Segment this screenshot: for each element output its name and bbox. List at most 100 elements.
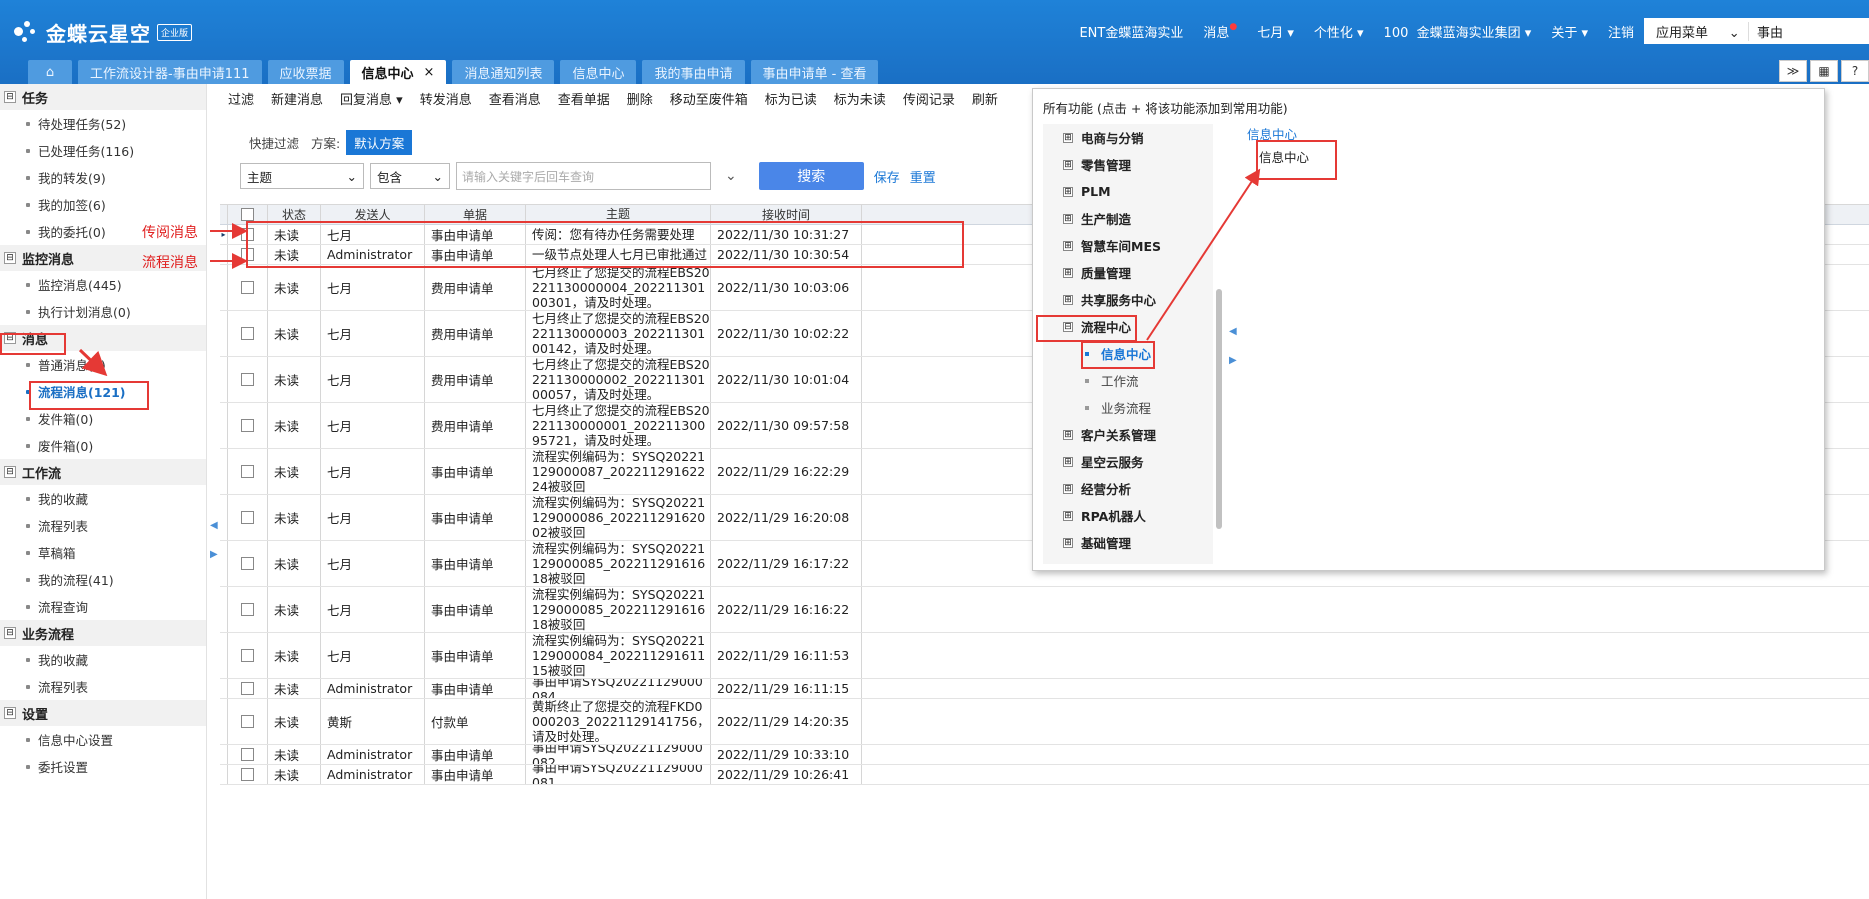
expand-icon[interactable]: ⊞ — [1063, 429, 1073, 440]
row-checkbox[interactable] — [241, 682, 254, 695]
row-select[interactable] — [228, 495, 268, 540]
tab-request-view[interactable]: 事由申请单 - 查看 — [750, 60, 879, 84]
org-name[interactable]: ENT金蝶蓝海实业 — [1079, 22, 1183, 41]
table-row[interactable]: 未读 七月 事由申请单 流程实例编码为：SYSQ20221129000085_2022… — [220, 587, 1869, 633]
collapse-left-icon[interactable]: ◀ — [210, 520, 218, 531]
toolbar-button[interactable]: 查看消息 — [489, 89, 541, 108]
tree-node[interactable]: ⊞ 客户关系管理 — [1043, 421, 1213, 448]
double-chevron-icon[interactable]: ≫ — [1779, 60, 1807, 82]
search-button[interactable]: 搜索 — [758, 162, 864, 190]
reset-link[interactable]: 重置 — [910, 167, 936, 186]
expand-icon[interactable]: ⊞ — [1063, 456, 1073, 467]
row-checkbox[interactable] — [241, 768, 254, 781]
tab-home[interactable]: ⌂ — [28, 60, 72, 84]
sidebar-item[interactable]: 流程列表 — [0, 512, 206, 539]
sidebar-item[interactable]: 草稿箱 — [0, 539, 206, 566]
sidebar-item[interactable]: 流程查询 — [0, 593, 206, 620]
expand-filter-icon[interactable]: ⌄ — [725, 168, 737, 184]
row-select[interactable] — [228, 699, 268, 744]
expand-icon[interactable]: ⊞ — [1063, 159, 1073, 170]
expand-icon[interactable]: ⊞ — [1063, 240, 1073, 251]
row-select[interactable] — [228, 403, 268, 448]
tree-node[interactable]: ⊞ 质量管理 — [1043, 259, 1213, 286]
expand-icon[interactable]: ⊞ — [1063, 186, 1073, 197]
expand-icon[interactable]: ⊞ — [1063, 267, 1073, 278]
subject-cell[interactable]: 流程实例编码为：SYSQ20221129000087_2022112916222… — [526, 449, 711, 494]
table-row[interactable]: 未读 Administrator 事由申请单 事由申请SYSQ202211290000… — [220, 745, 1869, 765]
sidebar-section[interactable]: ⊟ 设置 — [0, 700, 206, 726]
tree-scrollbar[interactable] — [1213, 124, 1225, 564]
toolbar-button[interactable]: 转发消息 — [420, 89, 472, 108]
close-icon[interactable]: × — [424, 65, 435, 80]
collapse-icon[interactable]: ⊟ — [4, 252, 16, 264]
sidebar-section[interactable]: ⊟ 业务流程 — [0, 620, 206, 646]
table-row[interactable]: 未读 七月 事由申请单 流程实例编码为：SYSQ20221129000084_2022… — [220, 633, 1869, 679]
row-select[interactable] — [228, 765, 268, 784]
sidebar-item[interactable]: 待处理任务(52) — [0, 110, 206, 137]
expand-icon[interactable]: ⊞ — [1063, 294, 1073, 305]
table-row[interactable]: 未读 Administrator 事由申请单 事由申请SYSQ202211290000… — [220, 679, 1869, 699]
tree-node[interactable]: ⊞ 星空云服务 — [1043, 448, 1213, 475]
tree-node[interactable]: ⊞ 经营分析 — [1043, 475, 1213, 502]
tree-child[interactable]: 业务流程 — [1043, 394, 1213, 421]
tree-node[interactable]: ⊞ 电商与分销 — [1043, 124, 1213, 151]
sidebar-item[interactable]: 普通消息(0) — [0, 351, 206, 378]
collapse-icon[interactable]: ⊟ — [4, 627, 16, 639]
tree-child[interactable]: 工作流 — [1043, 367, 1213, 394]
tree-node[interactable]: ⊞ 共享服务中心 — [1043, 286, 1213, 313]
expand-right-icon[interactable]: ▶ — [210, 549, 218, 560]
sidebar-item[interactable]: 流程列表 — [0, 673, 206, 700]
expand-icon[interactable]: ⊞ — [1063, 510, 1073, 521]
row-select[interactable] — [228, 679, 268, 698]
sidebar-item[interactable]: 我的收藏 — [0, 646, 206, 673]
subject-cell[interactable]: 七月终止了您提交的流程EBS20221130000004_20221130100… — [526, 265, 711, 310]
toolbar-button[interactable]: 传阅记录 — [903, 89, 955, 108]
table-row[interactable]: 未读 黄斯 付款单 黄斯终止了您提交的流程FKD0000203_20221129141… — [220, 699, 1869, 745]
toolbar-button[interactable]: 刷新 — [972, 89, 998, 108]
app-menu-dropdown[interactable]: 应用菜单 ⌄ — [1644, 21, 1749, 41]
sidebar-section[interactable]: ⊟ 工作流 — [0, 459, 206, 485]
tab-notification-list[interactable]: 消息通知列表 — [452, 60, 555, 84]
toolbar-button[interactable]: 新建消息 — [271, 89, 323, 108]
sidebar-item[interactable]: 已处理任务(116) — [0, 137, 206, 164]
sidebar-item[interactable]: 我的加签(6) — [0, 191, 206, 218]
subject-cell[interactable]: 事由申请SYSQ20221129000084 — [526, 679, 711, 698]
subject-cell[interactable]: 事由申请SYSQ20221129000081 — [526, 765, 711, 784]
row-checkbox[interactable] — [241, 603, 254, 616]
sidebar-item[interactable]: 监控消息(445) — [0, 271, 206, 298]
sidebar-splitter[interactable]: ◀ ▶ — [210, 520, 218, 560]
row-checkbox[interactable] — [241, 281, 254, 294]
expand-icon[interactable]: ⊞ — [1063, 132, 1073, 143]
tree-node[interactable]: ⊞ 智慧车间MES — [1043, 232, 1213, 259]
personalize-menu[interactable]: 个性化 ▾ — [1314, 22, 1364, 41]
collapse-left-icon[interactable]: ◀ — [1229, 326, 1237, 337]
row-checkbox[interactable] — [241, 465, 254, 478]
tab-workflow-designer[interactable]: 工作流设计器-事由申请111 — [78, 60, 262, 84]
sidebar-item[interactable]: 委托设置 — [0, 753, 206, 780]
toolbar-button[interactable]: 删除 — [627, 89, 653, 108]
tab-my-requests[interactable]: 我的事由申请 — [642, 60, 745, 84]
toolbar-button[interactable]: 过滤 — [228, 89, 254, 108]
toolbar-button[interactable]: 回复消息 ▾ — [340, 89, 403, 108]
subject-cell[interactable]: 事由申请SYSQ20221129000082 — [526, 745, 711, 764]
field-select[interactable]: 主题 ⌄ — [240, 163, 364, 189]
row-select[interactable] — [228, 311, 268, 356]
row-checkbox[interactable] — [241, 557, 254, 570]
sidebar-item[interactable]: 我的流程(41) — [0, 566, 206, 593]
tree-node[interactable]: ⊞ RPA机器人 — [1043, 502, 1213, 529]
collapse-icon[interactable]: ⊟ — [4, 466, 16, 478]
subject-cell[interactable]: 七月终止了您提交的流程EBS20221130000003_20221130100… — [526, 311, 711, 356]
operator-select[interactable]: 包含 ⌄ — [370, 163, 450, 189]
subject-cell[interactable]: 流程实例编码为：SYSQ20221129000085_2022112916161… — [526, 541, 711, 586]
expand-icon[interactable]: ⊞ — [1063, 213, 1073, 224]
scrollbar-thumb[interactable] — [1216, 289, 1222, 529]
subject-cell[interactable]: 七月终止了您提交的流程EBS20221130000002_20221130100… — [526, 357, 711, 402]
app-menu-search[interactable]: 应用菜单 ⌄ 事由 — [1644, 18, 1869, 44]
toolbar-button[interactable]: 移动至废件箱 — [670, 89, 748, 108]
scheme-default-button[interactable]: 默认方案 — [346, 130, 413, 155]
tree-node[interactable]: ⊞ 生产制造 — [1043, 205, 1213, 232]
tree-node[interactable]: ⊞ PLM — [1043, 178, 1213, 205]
table-row[interactable]: 未读 Administrator 事由申请单 事由申请SYSQ202211290000… — [220, 765, 1869, 785]
row-select[interactable] — [228, 265, 268, 310]
sidebar-item[interactable]: 执行计划消息(0) — [0, 298, 206, 325]
